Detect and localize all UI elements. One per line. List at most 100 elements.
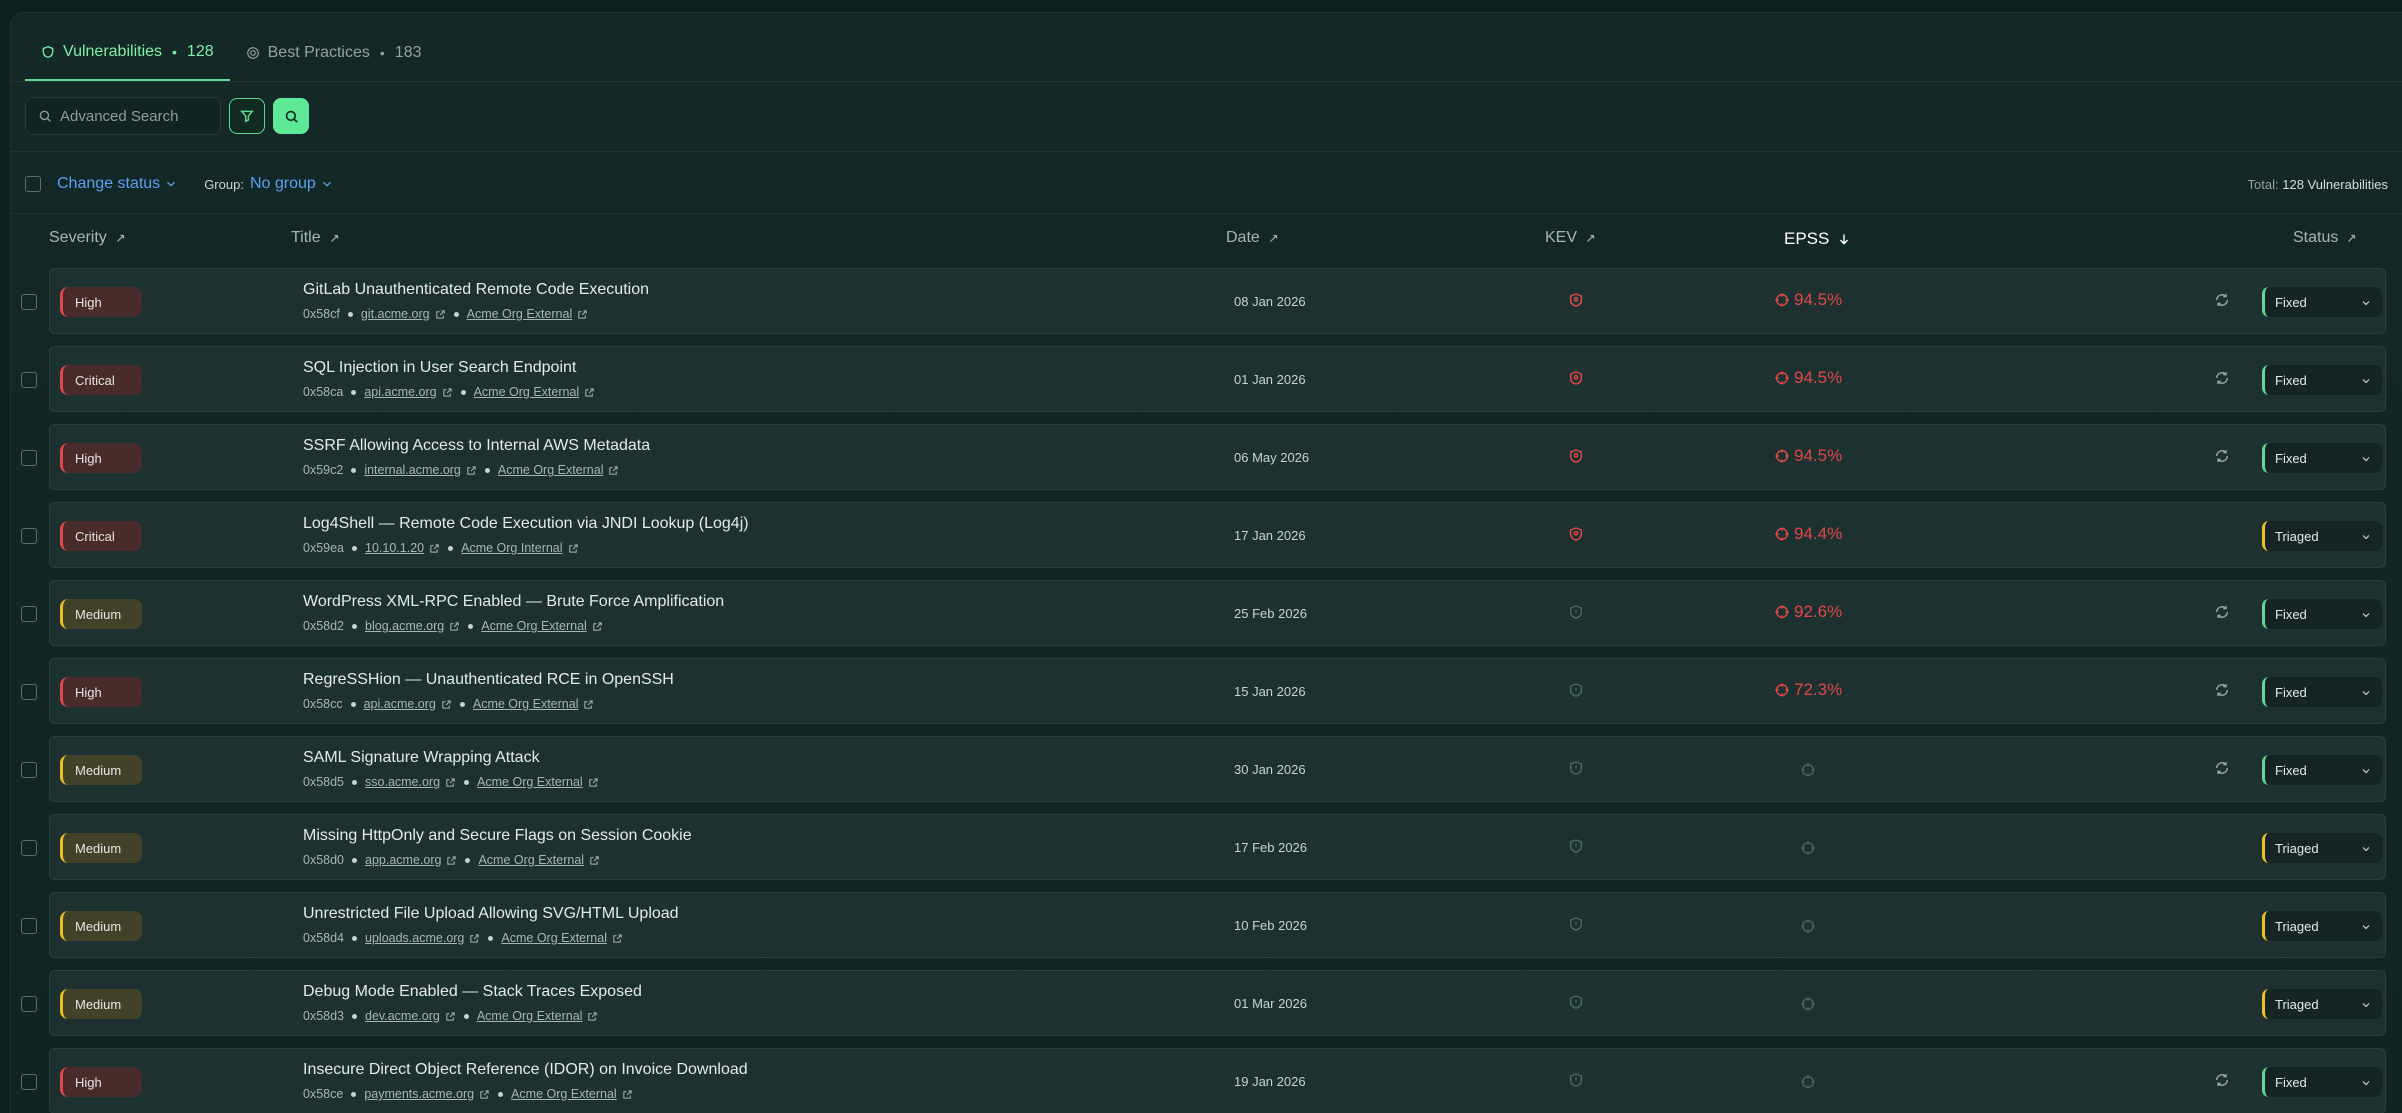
host-link[interactable]: payments.acme.org xyxy=(364,1087,474,1101)
status-dropdown[interactable]: Fixed xyxy=(2262,1067,2382,1097)
tab-best-practices[interactable]: Best Practices • 183 xyxy=(230,25,438,81)
row-checkbox[interactable] xyxy=(21,762,37,778)
org-link[interactable]: Acme Org External xyxy=(481,619,587,633)
table-row[interactable]: High SSRF Allowing Access to Internal AW… xyxy=(11,424,2402,492)
row-checkbox[interactable] xyxy=(21,450,37,466)
change-status-dropdown[interactable]: Change status xyxy=(57,175,178,193)
select-all-checkbox[interactable] xyxy=(25,176,41,192)
org-link[interactable]: Acme Org External xyxy=(501,931,607,945)
search-button[interactable] xyxy=(273,98,309,134)
org-link[interactable]: Acme Org External xyxy=(477,1009,583,1023)
sync-icon[interactable] xyxy=(2214,448,2230,469)
row-checkbox[interactable] xyxy=(21,918,37,934)
row-checkbox[interactable] xyxy=(21,684,37,700)
sync-icon[interactable] xyxy=(2214,682,2230,703)
org-link[interactable]: Acme Org External xyxy=(498,463,604,477)
status-dropdown[interactable]: Fixed xyxy=(2262,755,2382,785)
org-link[interactable]: Acme Org External xyxy=(478,853,584,867)
vulnerability-title[interactable]: Log4Shell — Remote Code Execution via JN… xyxy=(303,515,749,533)
table-row[interactable]: Medium Missing HttpOnly and Secure Flags… xyxy=(11,814,2402,882)
vulnerability-card[interactable]: High SSRF Allowing Access to Internal AW… xyxy=(49,424,2386,490)
host-link[interactable]: sso.acme.org xyxy=(365,775,440,789)
table-row[interactable]: Critical SQL Injection in User Search En… xyxy=(11,346,2402,414)
host-link[interactable]: internal.acme.org xyxy=(364,463,461,477)
column-epss[interactable]: EPSS xyxy=(1784,229,1855,249)
vulnerability-card[interactable]: Medium SAML Signature Wrapping Attack 0x… xyxy=(49,736,2386,802)
sync-icon[interactable] xyxy=(2214,292,2230,313)
vulnerability-card[interactable]: High GitLab Unauthenticated Remote Code … xyxy=(49,268,2386,334)
host-link[interactable]: git.acme.org xyxy=(361,307,430,321)
row-checkbox[interactable] xyxy=(21,294,37,310)
vulnerability-title[interactable]: SSRF Allowing Access to Internal AWS Met… xyxy=(303,437,650,455)
sync-icon[interactable] xyxy=(2214,1072,2230,1093)
org-link[interactable]: Acme Org External xyxy=(477,775,583,789)
vulnerability-title[interactable]: SAML Signature Wrapping Attack xyxy=(303,749,540,767)
status-dropdown[interactable]: Fixed xyxy=(2262,443,2382,473)
column-kev[interactable]: KEV xyxy=(1545,229,1597,247)
epss-value: 92.6% xyxy=(1794,602,1843,621)
host-link[interactable]: api.acme.org xyxy=(364,385,436,399)
column-severity[interactable]: Severity xyxy=(49,229,127,247)
status-dropdown[interactable]: Fixed xyxy=(2262,677,2382,707)
row-checkbox[interactable] xyxy=(21,1074,37,1090)
table-row[interactable]: Medium SAML Signature Wrapping Attack 0x… xyxy=(11,736,2402,804)
search-input[interactable] xyxy=(60,107,210,125)
vulnerability-title[interactable]: Insecure Direct Object Reference (IDOR) … xyxy=(303,1061,748,1079)
vulnerability-card[interactable]: Medium WordPress XML-RPC Enabled — Brute… xyxy=(49,580,2386,646)
vulnerability-card[interactable]: Critical SQL Injection in User Search En… xyxy=(49,346,2386,412)
table-row[interactable]: Medium WordPress XML-RPC Enabled — Brute… xyxy=(11,580,2402,648)
row-checkbox[interactable] xyxy=(21,606,37,622)
status-dropdown[interactable]: Triaged xyxy=(2262,911,2382,941)
table-row[interactable]: Medium Debug Mode Enabled — Stack Traces… xyxy=(11,970,2402,1038)
filter-button[interactable] xyxy=(229,98,265,134)
org-link[interactable]: Acme Org Internal xyxy=(461,541,562,555)
status-dropdown[interactable]: Fixed xyxy=(2262,599,2382,629)
org-link[interactable]: Acme Org External xyxy=(467,307,573,321)
table-row[interactable]: Medium Unrestricted File Upload Allowing… xyxy=(11,892,2402,960)
column-status[interactable]: Status xyxy=(2293,229,2358,247)
column-title[interactable]: Title xyxy=(291,229,341,247)
table-row[interactable]: High Insecure Direct Object Reference (I… xyxy=(11,1048,2402,1113)
vulnerability-title[interactable]: WordPress XML-RPC Enabled — Brute Force … xyxy=(303,593,724,611)
status-dropdown[interactable]: Triaged xyxy=(2262,521,2382,551)
sync-icon[interactable] xyxy=(2214,604,2230,625)
org-link[interactable]: Acme Org External xyxy=(473,697,579,711)
vulnerability-title[interactable]: RegreSSHion — Unauthenticated RCE in Ope… xyxy=(303,671,674,689)
host-link[interactable]: blog.acme.org xyxy=(365,619,444,633)
status-dropdown[interactable]: Triaged xyxy=(2262,989,2382,1019)
group-dropdown[interactable]: No group xyxy=(250,175,334,193)
tab-vulnerabilities[interactable]: Vulnerabilities • 128 xyxy=(25,25,230,81)
vulnerability-card[interactable]: Medium Unrestricted File Upload Allowing… xyxy=(49,892,2386,958)
table-row[interactable]: High GitLab Unauthenticated Remote Code … xyxy=(11,268,2402,336)
column-date[interactable]: Date xyxy=(1226,229,1280,247)
vulnerability-card[interactable]: High RegreSSHion — Unauthenticated RCE i… xyxy=(49,658,2386,724)
row-checkbox[interactable] xyxy=(21,372,37,388)
vulnerability-card[interactable]: Medium Missing HttpOnly and Secure Flags… xyxy=(49,814,2386,880)
vulnerability-card[interactable]: Critical Log4Shell — Remote Code Executi… xyxy=(49,502,2386,568)
host-link[interactable]: api.acme.org xyxy=(364,697,436,711)
host-link[interactable]: app.acme.org xyxy=(365,853,441,867)
vulnerability-title[interactable]: Debug Mode Enabled — Stack Traces Expose… xyxy=(303,983,642,1001)
row-checkbox[interactable] xyxy=(21,528,37,544)
table-row[interactable]: High RegreSSHion — Unauthenticated RCE i… xyxy=(11,658,2402,726)
status-dropdown[interactable]: Fixed xyxy=(2262,287,2382,317)
host-link[interactable]: uploads.acme.org xyxy=(365,931,464,945)
org-link[interactable]: Acme Org External xyxy=(511,1087,617,1101)
status-dropdown[interactable]: Fixed xyxy=(2262,365,2382,395)
table-row[interactable]: Critical Log4Shell — Remote Code Executi… xyxy=(11,502,2402,570)
sync-icon[interactable] xyxy=(2214,370,2230,391)
vulnerability-title[interactable]: Unrestricted File Upload Allowing SVG/HT… xyxy=(303,905,679,923)
vulnerability-card[interactable]: High Insecure Direct Object Reference (I… xyxy=(49,1048,2386,1113)
host-link[interactable]: dev.acme.org xyxy=(365,1009,440,1023)
vulnerability-title[interactable]: GitLab Unauthenticated Remote Code Execu… xyxy=(303,281,649,299)
row-checkbox[interactable] xyxy=(21,840,37,856)
row-checkbox[interactable] xyxy=(21,996,37,1012)
host-link[interactable]: 10.10.1.20 xyxy=(365,541,424,555)
org-link[interactable]: Acme Org External xyxy=(474,385,580,399)
external-link-icon xyxy=(446,1011,455,1021)
vulnerability-title[interactable]: Missing HttpOnly and Secure Flags on Ses… xyxy=(303,827,692,845)
vulnerability-card[interactable]: Medium Debug Mode Enabled — Stack Traces… xyxy=(49,970,2386,1036)
sync-icon[interactable] xyxy=(2214,760,2230,781)
vulnerability-title[interactable]: SQL Injection in User Search Endpoint xyxy=(303,359,576,377)
status-dropdown[interactable]: Triaged xyxy=(2262,833,2382,863)
